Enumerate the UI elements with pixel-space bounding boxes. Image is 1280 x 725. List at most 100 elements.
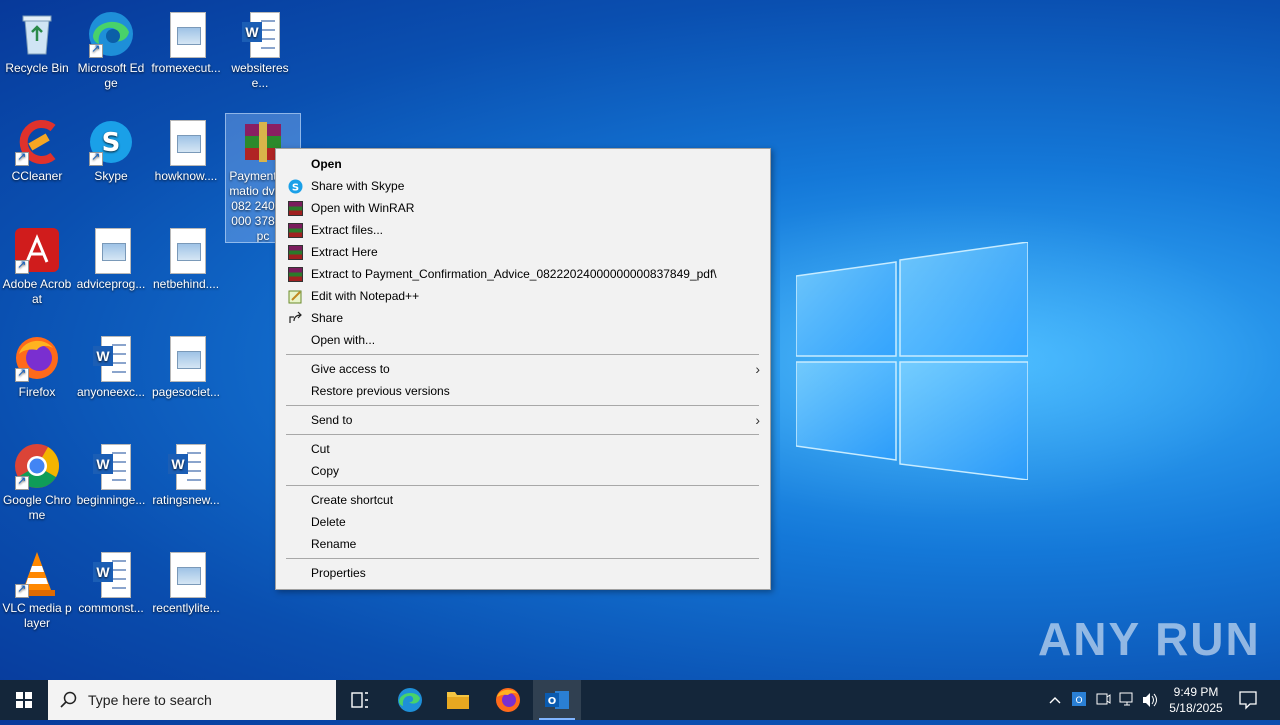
shortcut-arrow-icon [15, 474, 29, 490]
desktop-icon-google-chrome[interactable]: Google Chrome [0, 438, 74, 523]
start-button[interactable] [0, 680, 48, 720]
taskbar-file-explorer[interactable] [434, 680, 482, 720]
desktop-icon-label: Microsoft Edge [77, 61, 145, 90]
menu-separator [286, 485, 759, 486]
shortcut-arrow-icon [89, 150, 103, 166]
menu-item-properties[interactable]: Properties [278, 562, 768, 584]
taskbar-edge[interactable] [386, 680, 434, 720]
notification-center-icon[interactable] [1236, 680, 1260, 720]
meet-now-icon[interactable] [1094, 680, 1112, 720]
menu-item-extract-files[interactable]: Extract files... [278, 219, 768, 241]
shortcut-arrow-icon [15, 150, 29, 166]
shortcut-arrow-icon [15, 582, 29, 598]
anyrun-watermark: ANY RUN [1038, 613, 1261, 665]
word-document-icon: W [87, 334, 135, 382]
image-file-icon [162, 118, 210, 166]
desktop-icon-label: ratingsnew... [152, 493, 220, 507]
menu-item-create-shortcut[interactable]: Create shortcut [278, 489, 768, 511]
desktop-icon-label: beginninge... [76, 493, 146, 507]
desktop-icon-label: Skype [94, 169, 128, 183]
desktop-icon-recycle-bin[interactable]: Recycle Bin [0, 6, 74, 76]
menu-item-restore-previous-versions[interactable]: Restore previous versions [278, 380, 768, 402]
menu-item-share[interactable]: Share [278, 307, 768, 329]
desktop-icon-file[interactable]: W anyoneexc... [74, 330, 148, 400]
image-file-icon [162, 334, 210, 382]
menu-item-cut[interactable]: Cut [278, 438, 768, 460]
recycle-bin-icon [13, 10, 61, 58]
desktop-icon-file[interactable]: fromexecut... [149, 6, 223, 76]
desktop-icon-file[interactable]: W commonst... [74, 546, 148, 616]
desktop-icon-label: howknow.... [154, 169, 218, 183]
desktop-icon-file[interactable]: adviceprog... [74, 222, 148, 292]
desktop-icon-ccleaner[interactable]: CCleaner [0, 114, 74, 184]
menu-item-extract-to-folder[interactable]: Extract to Payment_Confirmation_Advice_0… [278, 263, 768, 285]
menu-item-rename[interactable]: Rename [278, 533, 768, 555]
desktop-icon-label: anyoneexc... [76, 385, 146, 399]
svg-text:O: O [548, 696, 557, 707]
windows-logo-wallpaper [796, 242, 1028, 480]
taskbar-firefox[interactable] [484, 680, 532, 720]
winrar-icon [288, 267, 303, 282]
edge-icon [87, 10, 135, 58]
desktop-icon-label: Recycle Bin [5, 61, 69, 75]
desktop-icon-adobe-acrobat[interactable]: Adobe Acrobat [0, 222, 74, 307]
menu-item-open-with[interactable]: Open with... [278, 329, 768, 351]
ccleaner-icon [13, 118, 61, 166]
taskbar-search-box[interactable]: Type here to search [48, 680, 336, 720]
desktop-icon-file[interactable]: pagesociet... [149, 330, 223, 400]
desktop-icon-firefox[interactable]: Firefox [0, 330, 74, 400]
menu-item-open[interactable]: Open [278, 153, 768, 175]
outlook-tray-icon[interactable]: O [1070, 680, 1088, 720]
desktop-icon-file[interactable]: howknow.... [149, 114, 223, 184]
desktop-icon-file[interactable]: netbehind.... [149, 222, 223, 292]
desktop-icon-vlc[interactable]: VLC media player [0, 546, 74, 631]
firefox-icon [13, 334, 61, 382]
menu-separator [286, 558, 759, 559]
menu-item-extract-here[interactable]: Extract Here [278, 241, 768, 263]
menu-item-share-with-skype[interactable]: S Share with Skype [278, 175, 768, 197]
volume-icon[interactable] [1141, 680, 1159, 720]
desktop-icon-file[interactable]: W ratingsnew... [149, 438, 223, 508]
menu-item-send-to[interactable]: Send to › [278, 409, 768, 431]
taskbar-outlook[interactable]: O [533, 680, 581, 720]
chevron-up-icon[interactable] [1046, 680, 1064, 720]
search-placeholder: Type here to search [88, 692, 212, 708]
image-file-icon [87, 226, 135, 274]
desktop-icon-file[interactable]: recentlylite... [149, 546, 223, 616]
desktop-icon-label: commonst... [78, 601, 144, 615]
task-view-button[interactable] [336, 680, 384, 720]
menu-item-open-with-winrar[interactable]: Open with WinRAR [278, 197, 768, 219]
notepadpp-icon [288, 289, 303, 304]
desktop-icon-file[interactable]: W beginninge... [74, 438, 148, 508]
share-icon [288, 311, 303, 326]
word-document-icon: W [236, 10, 284, 58]
desktop-icon-label: recentlylite... [152, 601, 220, 615]
menu-item-edit-with-notepadpp[interactable]: Edit with Notepad++ [278, 285, 768, 307]
vlc-cone-icon [13, 550, 61, 598]
desktop-icon-label: Google Chrome [2, 493, 72, 522]
shortcut-arrow-icon [15, 366, 29, 382]
file-explorer-icon [447, 692, 469, 709]
menu-separator [286, 405, 759, 406]
desktop-icon-label: pagesociet... [151, 385, 221, 399]
desktop-icon-file[interactable]: W websiterese... [223, 6, 297, 91]
image-file-icon [162, 226, 210, 274]
firefox-icon [496, 688, 520, 712]
word-document-icon: W [87, 550, 135, 598]
network-icon[interactable] [1118, 680, 1136, 720]
menu-item-delete[interactable]: Delete [278, 511, 768, 533]
chevron-right-icon: › [755, 361, 760, 377]
taskbar-clock[interactable]: 9:49 PM 5/18/2025 [1162, 684, 1230, 716]
clock-date: 5/18/2025 [1169, 701, 1223, 715]
desktop-icon-label: websiterese... [231, 61, 289, 90]
menu-item-give-access-to[interactable]: Give access to › [278, 358, 768, 380]
winrar-icon [288, 201, 303, 216]
desktop-icon-skype[interactable]: S Skype [74, 114, 148, 184]
chevron-right-icon: › [755, 412, 760, 428]
skype-icon: S [87, 118, 135, 166]
desktop-icon-label: Adobe Acrobat [2, 277, 72, 306]
desktop-icon-label: adviceprog... [76, 277, 146, 291]
image-file-icon [162, 550, 210, 598]
desktop-icon-edge[interactable]: Microsoft Edge [74, 6, 148, 91]
menu-item-copy[interactable]: Copy [278, 460, 768, 482]
